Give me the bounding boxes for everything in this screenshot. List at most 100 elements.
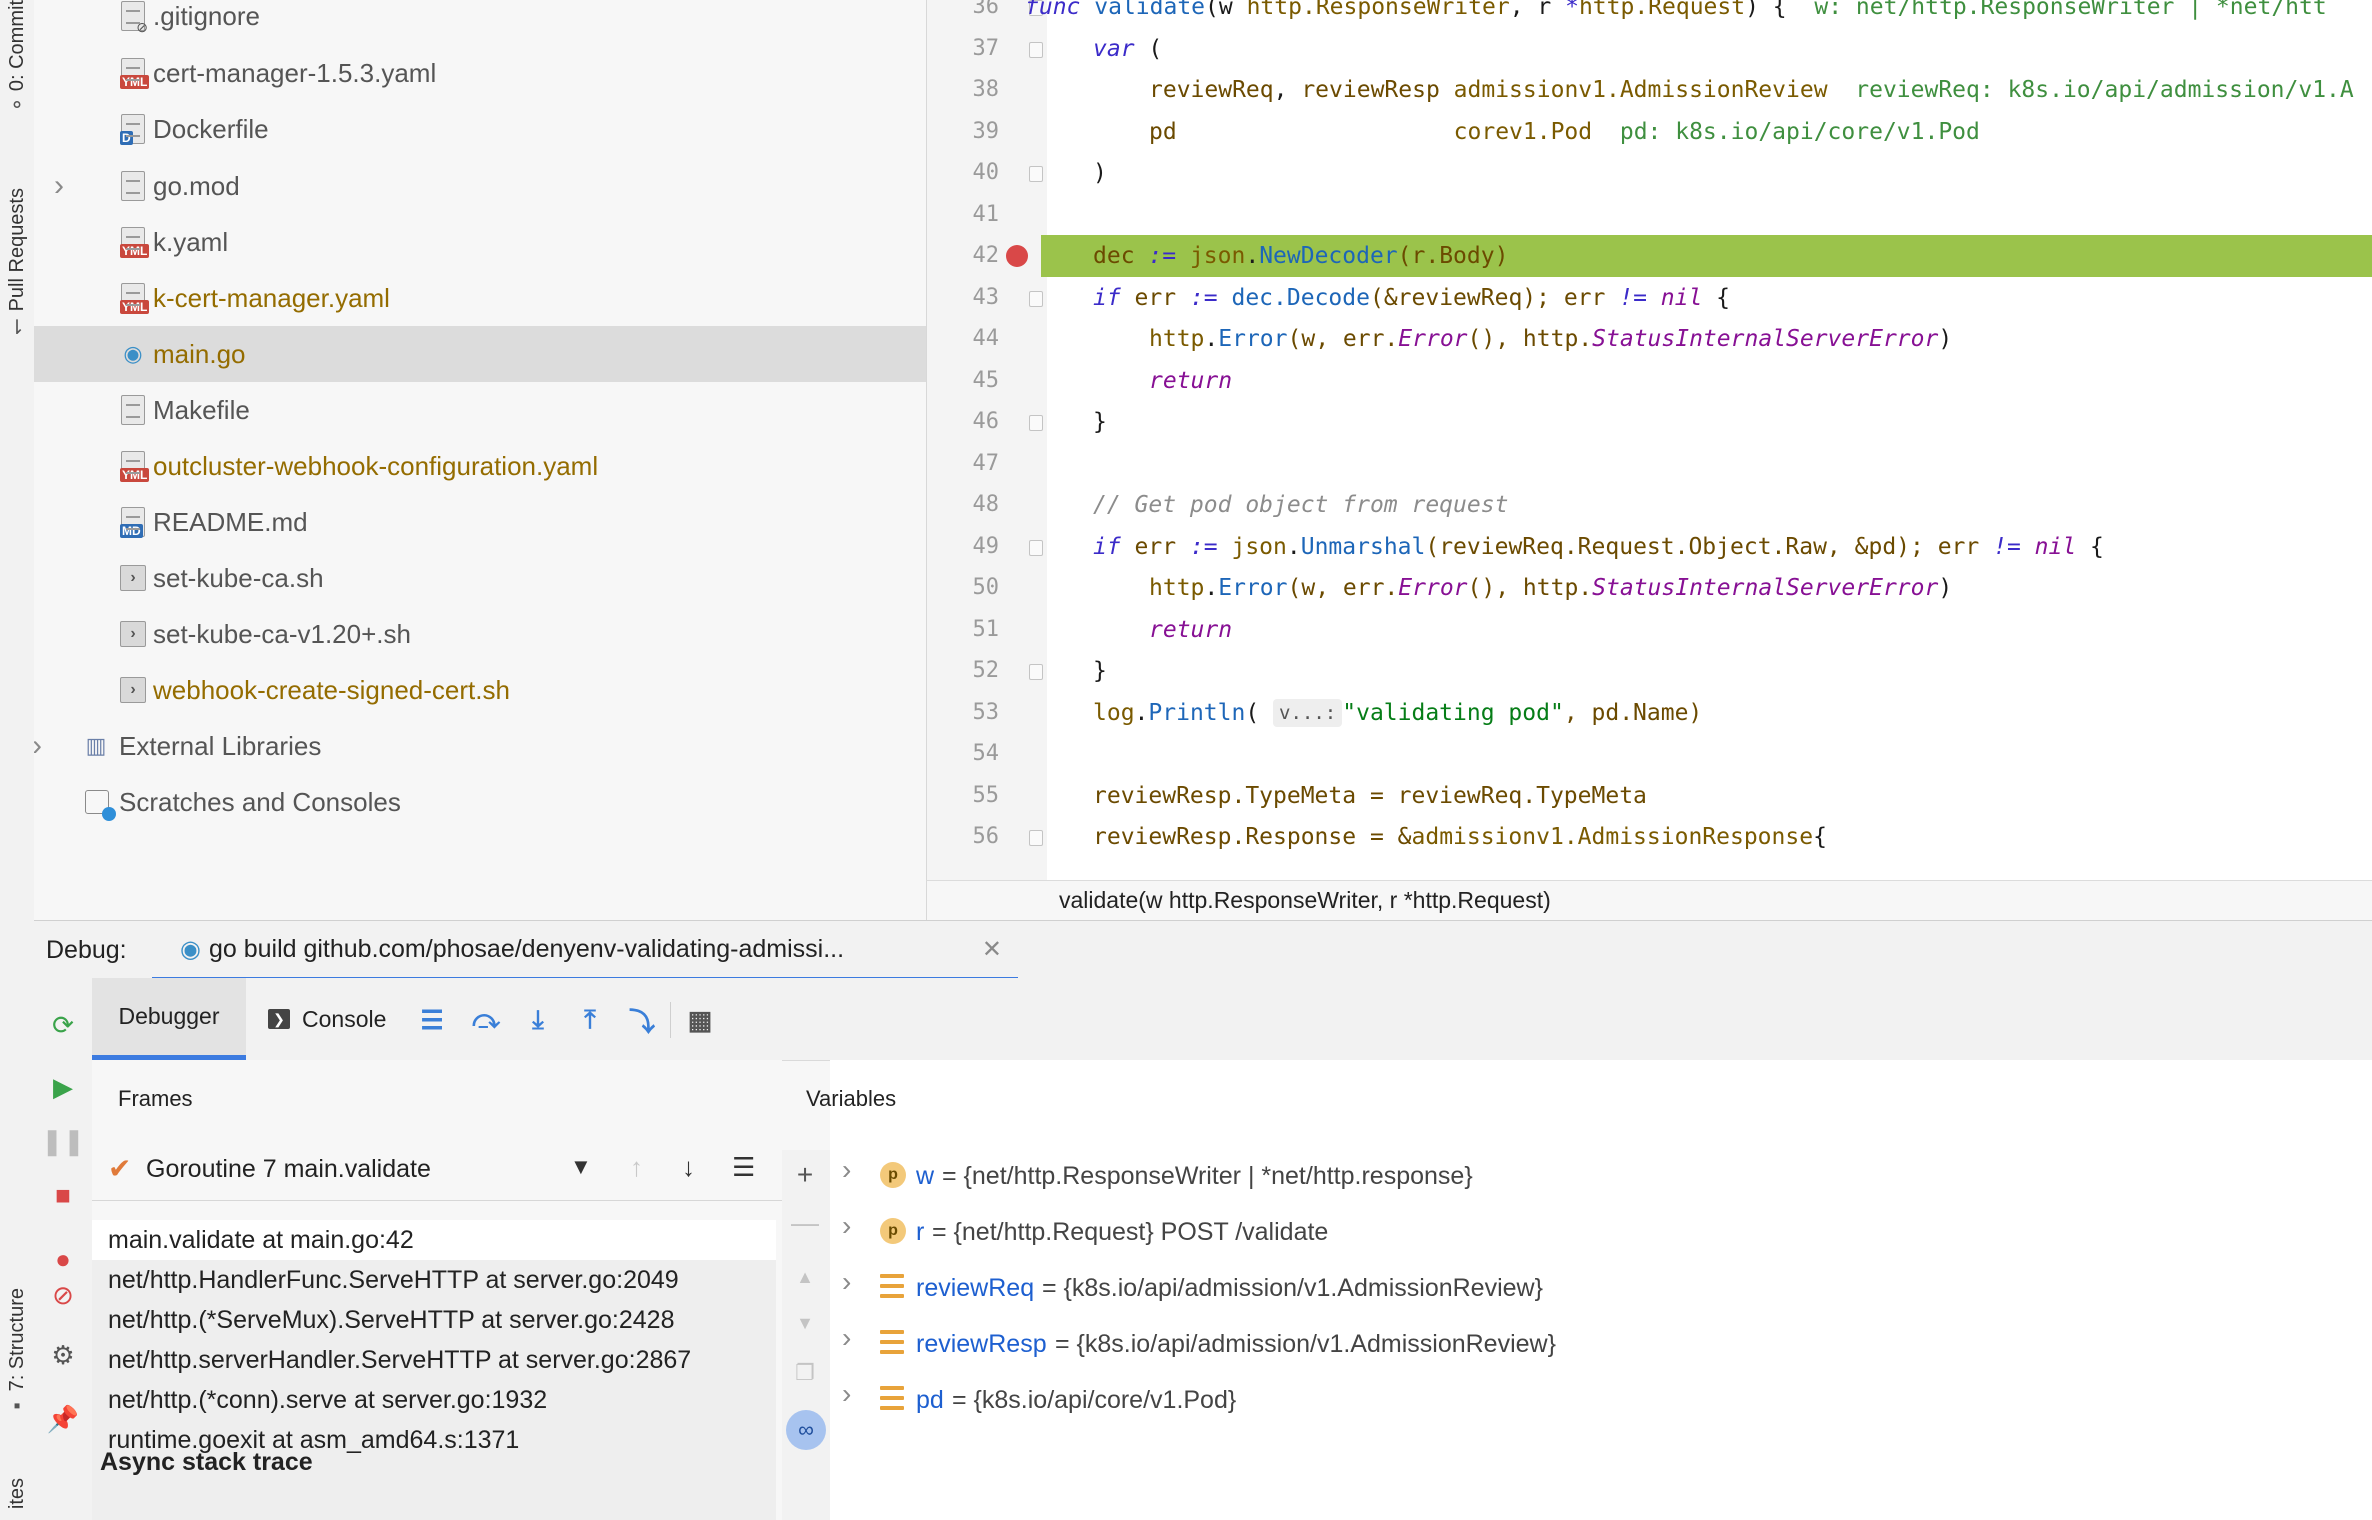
view-breakpoints-icon[interactable]: ●: [46, 1242, 80, 1276]
stack-frame-row[interactable]: net/http.(*ServeMux).ServeHTTP at server…: [92, 1300, 776, 1340]
tree-row-file[interactable]: ⊘ .gitignore: [34, 0, 926, 44]
code-line[interactable]: 41: [927, 194, 2372, 236]
pause-icon[interactable]: ❚❚: [41, 1124, 85, 1158]
code-line[interactable]: 46}: [927, 401, 2372, 443]
code-line[interactable]: 55 reviewResp.TypeMeta = reviewReq.TypeMe…: [927, 775, 2372, 817]
structure-tool-label: 7: Structure: [5, 1288, 28, 1392]
code-line[interactable]: 50 http.Error(w, err.Error(), http.Status…: [927, 567, 2372, 609]
code-text: dec := json.NewDecoder(r.Body): [1093, 235, 1508, 277]
chevron-right-icon[interactable]: ›: [842, 1210, 851, 1242]
code-line[interactable]: 51 return: [927, 609, 2372, 651]
copy-icon[interactable]: ❐: [788, 1356, 822, 1390]
arrow-up-icon[interactable]: ↑: [630, 1152, 643, 1183]
fold-marker-icon[interactable]: [1029, 290, 1043, 307]
fold-marker-icon[interactable]: [1029, 830, 1043, 846]
code-line[interactable]: 37 var (: [927, 28, 2372, 70]
code-line[interactable]: 42 dec := json.NewDecoder(r.Body): [927, 235, 2372, 277]
code-line[interactable]: 39 pd corev1.Pod pd: k8s.io/api/core/v1.P…: [927, 111, 2372, 153]
rerun-icon[interactable]: ⟳: [46, 1008, 80, 1042]
tree-row-file[interactable]: › webhook-create-signed-cert.sh: [34, 662, 926, 718]
mute-breakpoints-icon[interactable]: ⊘: [46, 1278, 80, 1312]
frames-list[interactable]: main.validate at main.go:42 net/http.Hand…: [92, 1220, 776, 1520]
glasses-icon[interactable]: ∞: [786, 1410, 826, 1450]
breadcrumb-function[interactable]: validate(w http.ResponseWriter, r *http.…: [1059, 887, 1551, 914]
add-watch-icon[interactable]: +: [788, 1158, 822, 1192]
move-up-icon[interactable]: ▲: [788, 1260, 822, 1294]
tree-row-file[interactable]: › set-kube-ca.sh: [34, 550, 926, 606]
show-execution-point-icon[interactable]: ☰: [416, 1004, 448, 1036]
step-over-icon[interactable]: ⤼: [470, 1004, 502, 1036]
code-line[interactable]: 54: [927, 733, 2372, 775]
evaluate-expression-icon[interactable]: ▦: [684, 1004, 716, 1036]
step-out-icon[interactable]: ⤒: [574, 1004, 606, 1036]
code-line[interactable]: 40): [927, 152, 2372, 194]
run-to-cursor-icon[interactable]: ⤵: [626, 1004, 658, 1037]
code-line[interactable]: 49 if err := json.Unmarshal(reviewReq.Req…: [927, 526, 2372, 568]
variable-row[interactable]: › p w = {net/http.ResponseWriter | *net/htt…: [830, 1150, 2372, 1202]
variable-row[interactable]: › reviewResp = {k8s.io/api/admission/v1.Ad…: [830, 1318, 2372, 1370]
tree-row-file[interactable]: Makefile: [34, 382, 926, 438]
chevron-right-icon[interactable]: ›: [842, 1266, 851, 1298]
chevron-right-icon[interactable]: ›: [54, 169, 64, 203]
tree-row-scratches[interactable]: Scratches and Consoles: [34, 774, 926, 830]
tree-row-external-libraries[interactable]: › ▥ External Libraries: [34, 718, 926, 774]
gear-icon[interactable]: ⚙: [46, 1338, 80, 1372]
code-line[interactable]: 36 func validate(w http.ResponseWriter, r…: [927, 0, 2372, 28]
code-line[interactable]: 47: [927, 443, 2372, 485]
chevron-right-icon[interactable]: ›: [842, 1154, 851, 1186]
pull-requests-tool-tab[interactable]: Pull Requests ⇂: [0, 188, 34, 340]
tree-row-file[interactable]: YML k.yaml: [34, 214, 926, 270]
chevron-right-icon[interactable]: ›: [842, 1322, 851, 1354]
code-line[interactable]: 38 reviewReq, reviewResp admissionv1.Admi…: [927, 69, 2372, 111]
tree-row-file[interactable]: › go.mod: [34, 158, 926, 214]
stack-frame-row[interactable]: net/http.(*conn).serve at server.go:1932: [92, 1380, 776, 1420]
fold-marker-icon[interactable]: [1029, 166, 1043, 182]
tree-row-file[interactable]: ◉ main.go: [34, 326, 926, 382]
arrow-down-icon[interactable]: ↓: [682, 1152, 695, 1183]
code-line[interactable]: 48 // Get pod object from request: [927, 484, 2372, 526]
tab-console[interactable]: ❯ Console: [268, 978, 386, 1060]
code-line[interactable]: 44 http.Error(w, err.Error(), http.Status…: [927, 318, 2372, 360]
favorites-tool-tab[interactable]: ites: [0, 1478, 34, 1509]
breakpoint-icon[interactable]: [1006, 245, 1028, 267]
pin-icon[interactable]: 📌: [46, 1402, 80, 1436]
code-line[interactable]: 56 reviewResp.Response = &admissionv1.Adm…: [927, 816, 2372, 858]
code-editor[interactable]: 36 func validate(w http.ResponseWriter, r…: [926, 0, 2372, 880]
chevron-down-icon[interactable]: ▼: [570, 1154, 592, 1180]
commit-tool-tab[interactable]: 0: Commit ⚬: [0, 0, 34, 118]
code-line[interactable]: 52}: [927, 650, 2372, 692]
stop-icon[interactable]: ■: [46, 1178, 80, 1212]
fold-marker-icon[interactable]: [1029, 539, 1043, 556]
resume-icon[interactable]: ▶: [46, 1070, 80, 1104]
fold-marker-icon[interactable]: [1029, 41, 1043, 58]
chevron-right-icon[interactable]: ›: [34, 729, 42, 763]
tree-row-file[interactable]: MD README.md: [34, 494, 926, 550]
goroutine-selector[interactable]: ✔ Goroutine 7 main.validate ▼ ↑ ↓ ☰: [92, 1140, 782, 1201]
fold-marker-icon[interactable]: [1029, 664, 1043, 680]
fold-marker-icon[interactable]: [1029, 415, 1043, 431]
line-number: 53: [972, 699, 1000, 725]
move-down-icon[interactable]: ▼: [788, 1306, 822, 1340]
variable-row[interactable]: › reviewReq = {k8s.io/api/admission/v1.Adm…: [830, 1262, 2372, 1314]
tab-debugger[interactable]: Debugger: [92, 978, 246, 1060]
tree-row-file[interactable]: D Dockerfile: [34, 101, 926, 157]
step-into-icon[interactable]: ⤓: [522, 1004, 554, 1036]
code-line[interactable]: 43 if err := dec.Decode(&reviewReq); err …: [927, 277, 2372, 319]
tree-row-file[interactable]: YML k-cert-manager.yaml: [34, 270, 926, 326]
variable-row[interactable]: › pd = {k8s.io/api/core/v1.Pod}: [830, 1374, 2372, 1426]
debug-session-tab[interactable]: ◉ go build github.com/phosae/denyenv-val…: [152, 921, 1018, 982]
structure-tool-tab[interactable]: 7: Structure ▪: [0, 1288, 34, 1418]
stack-frame-row[interactable]: net/http.HandlerFunc.ServeHTTP at server…: [92, 1260, 776, 1300]
variable-row[interactable]: › p r = {net/http.Request} POST /validate: [830, 1206, 2372, 1258]
tree-row-file[interactable]: YML outcluster-webhook-configuration.yaml: [34, 438, 926, 494]
stack-frame-row[interactable]: main.validate at main.go:42: [92, 1220, 776, 1260]
close-icon[interactable]: ✕: [982, 935, 1002, 964]
filter-icon[interactable]: ☰: [732, 1152, 755, 1183]
code-line[interactable]: 45 return: [927, 360, 2372, 402]
remove-watch-icon[interactable]: —: [788, 1206, 822, 1240]
stack-frame-row[interactable]: net/http.serverHandler.ServeHTTP at serv…: [92, 1340, 776, 1380]
tree-row-file[interactable]: › set-kube-ca-v1.20+.sh: [34, 606, 926, 662]
tree-row-file[interactable]: YML cert-manager-1.5.3.yaml: [34, 45, 926, 101]
code-line[interactable]: 53 log.Println( v...: "validating pod", pd…: [927, 692, 2372, 734]
chevron-right-icon[interactable]: ›: [842, 1378, 851, 1410]
